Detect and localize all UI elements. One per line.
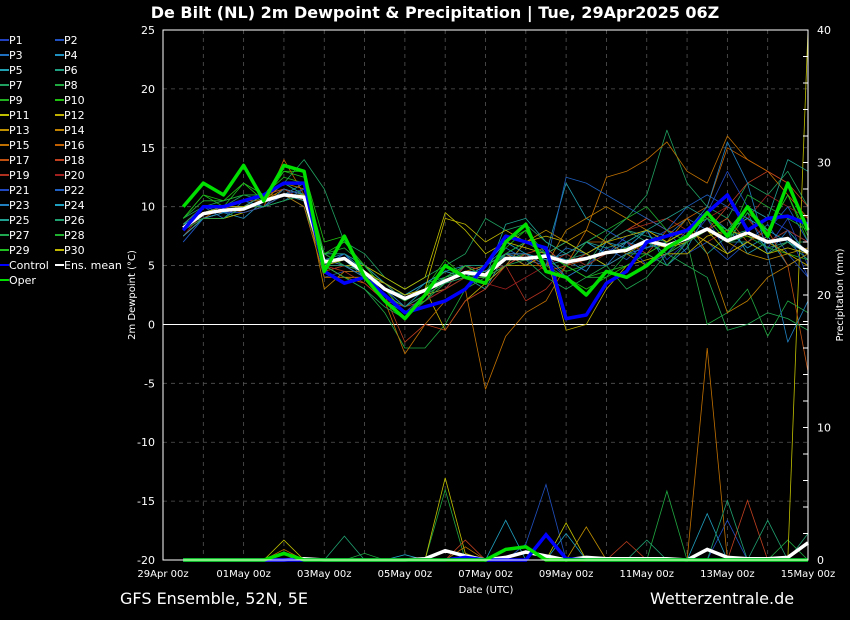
y-axis-label: 2m Dewpoint (°C)	[127, 250, 138, 340]
legend-label: P25	[9, 214, 30, 227]
dewpoint-line-p30	[182, 194, 809, 296]
y-tick-label: 10	[141, 201, 155, 214]
y2-tick-label: 40	[817, 24, 831, 37]
legend-label: Oper	[9, 274, 36, 287]
precip-line-p8	[183, 488, 809, 561]
legend-label: P16	[64, 139, 85, 152]
dewpoint-line-p21	[182, 170, 809, 314]
precip-line-p2	[183, 483, 808, 561]
dewpoint-line-p6	[183, 194, 809, 296]
legend-label: P13	[9, 124, 30, 137]
legend-label: P22	[64, 184, 85, 197]
y2-tick-label: 0	[817, 554, 824, 567]
legend-label: Ens. mean	[64, 259, 122, 272]
y2-axis-label: Precipitation (mm)	[835, 248, 846, 341]
dewpoint-precip-chart: De Bilt (NL) 2m Dewpoint & Precipitation…	[0, 3, 846, 608]
footer-source[interactable]: Wetterzentrale.de	[650, 589, 794, 608]
legend-label: P28	[64, 229, 85, 242]
dewpoint-line-control	[181, 181, 809, 321]
legend-label: P5	[9, 64, 23, 77]
dewpoint-line-p23	[182, 141, 809, 343]
dewpoint-line-p28	[182, 182, 809, 302]
legend-label: P6	[64, 64, 78, 77]
dewpoint-line-p29	[182, 170, 809, 314]
legend-label: P19	[9, 169, 30, 182]
legend-label: P2	[64, 34, 78, 47]
grid	[163, 30, 808, 560]
y-tick-label: 15	[141, 142, 155, 155]
chart-title: De Bilt (NL) 2m Dewpoint & Precipitation…	[151, 3, 720, 23]
x-axis-label: Date (UTC)	[459, 585, 514, 596]
legend-label: P14	[64, 124, 85, 137]
y-tick-label: -5	[144, 377, 155, 390]
x-tick-label: 11May 00z	[619, 569, 674, 580]
legend-label: P23	[9, 199, 30, 212]
dewpoint-lines	[181, 129, 810, 390]
x-tick-label: 03May 00z	[297, 569, 352, 580]
y-tick-label: 20	[141, 83, 155, 96]
x-tick-label: 01May 00z	[216, 569, 271, 580]
legend-label: P1	[9, 34, 23, 47]
legend-label: P9	[9, 94, 23, 107]
x-tick-label: 07May 00z	[458, 569, 513, 580]
x-tick-label: 05May 00z	[378, 569, 433, 580]
y-tick-label: 5	[148, 260, 155, 273]
y2-tick-label: 30	[817, 157, 831, 170]
x-tick-label: 13May 00z	[700, 569, 755, 580]
legend-label: P4	[64, 49, 78, 62]
legend-label: P30	[64, 244, 85, 257]
precip-line-p15	[183, 347, 808, 561]
legend-label: P15	[9, 139, 30, 152]
x-tick-label: 09May 00z	[539, 569, 594, 580]
legend-label: P27	[9, 229, 30, 242]
y-tick-label: -15	[137, 495, 155, 508]
legend-label: P10	[64, 94, 85, 107]
dewpoint-line-p24	[182, 194, 809, 296]
legend-label: Control	[9, 259, 49, 272]
legend-label: P18	[64, 154, 85, 167]
y2-tick-label: 20	[817, 289, 831, 302]
legend-label: P26	[64, 214, 85, 227]
legend-label: P3	[9, 49, 23, 62]
y-tick-label: 25	[141, 24, 155, 37]
y-tick-label: -10	[137, 436, 155, 449]
legend-label: P8	[64, 79, 78, 92]
x-tick-label: 15May 00z	[781, 569, 836, 580]
legend-label: P12	[64, 109, 85, 122]
y-tick-label: -20	[137, 554, 155, 567]
y-tick-label: 0	[148, 318, 155, 331]
footer-model-info: GFS Ensemble, 52N, 5E	[120, 589, 308, 608]
y2-tick-label: 10	[817, 422, 831, 435]
legend-label: P24	[64, 199, 85, 212]
legend: P1 P2 P3 P4 P5 P6 P7 P8 P9 P10 P11 P12 P13 P14 P15 P16 P…	[0, 34, 122, 287]
dewpoint-line-p4	[182, 182, 809, 302]
legend-label: P20	[64, 169, 85, 182]
x-tick-label: 29Apr 00z	[137, 569, 188, 580]
legend-label: P21	[9, 184, 30, 197]
legend-label: P11	[9, 109, 30, 122]
axes: 25 20 15 10 5 0 -5 -10 -15 -20 40 30 20 10 0 29Apr 00z 0…	[137, 24, 835, 580]
dewpoint-line-p26	[182, 182, 808, 308]
legend-label: P29	[9, 244, 30, 257]
legend-label: P7	[9, 79, 23, 92]
legend-label: P17	[9, 154, 30, 167]
